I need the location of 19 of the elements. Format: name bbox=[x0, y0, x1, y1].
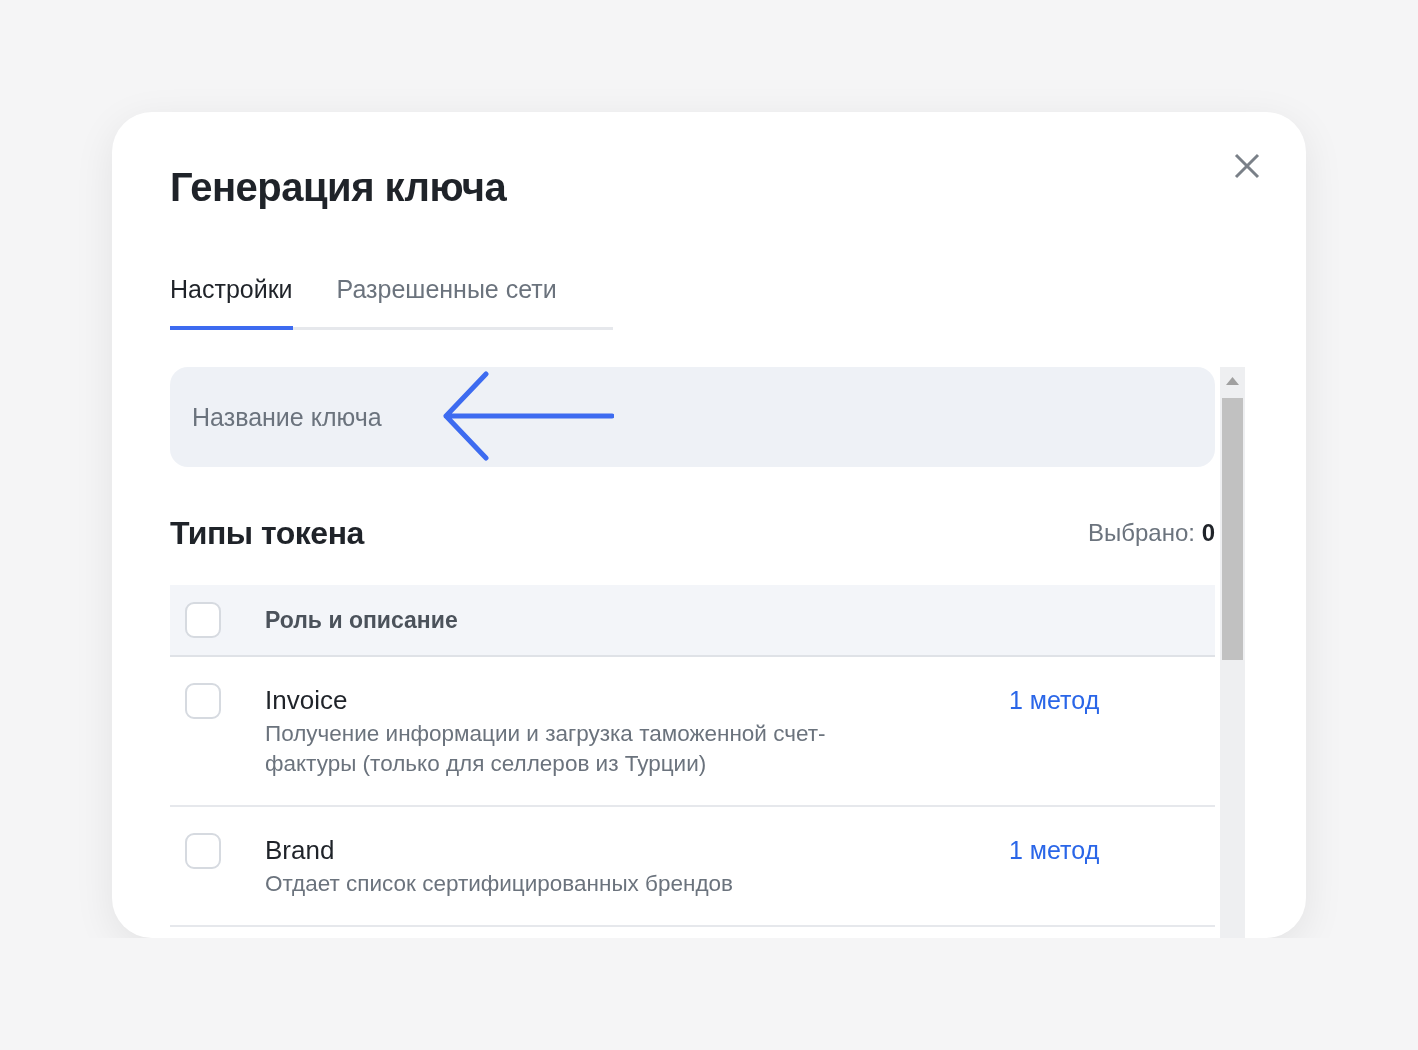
scrollbar[interactable] bbox=[1220, 367, 1245, 938]
section-heading: Типы токена bbox=[170, 514, 364, 552]
scroll-up-icon[interactable] bbox=[1226, 377, 1239, 385]
dialog-title: Генерация ключа bbox=[170, 164, 507, 211]
methods-link[interactable]: 1 метод bbox=[1009, 833, 1100, 867]
token-name: Invoice bbox=[265, 684, 349, 717]
token-name: Brand bbox=[265, 834, 336, 867]
tab[interactable]: Разрешенные сети bbox=[336, 274, 557, 330]
key-name-field[interactable]: Название ключа bbox=[170, 367, 1215, 467]
scroll-thumb[interactable] bbox=[1222, 398, 1243, 660]
checkbox[interactable] bbox=[185, 833, 221, 869]
selected-count: Выбрано: 0 bbox=[1088, 519, 1215, 547]
methods-link[interactable]: 1 метод bbox=[1009, 683, 1100, 717]
token-description: Отдает список сертифицированных брендов bbox=[265, 870, 735, 898]
column-header: Роль и описание bbox=[265, 606, 458, 634]
checkbox[interactable] bbox=[185, 602, 221, 638]
token-description: Получение информации и загрузка таможенной счет-фактуры (только для селлеров из Турции) bbox=[265, 720, 827, 778]
checkbox[interactable] bbox=[185, 683, 221, 719]
tab[interactable]: Настройки bbox=[170, 274, 293, 330]
